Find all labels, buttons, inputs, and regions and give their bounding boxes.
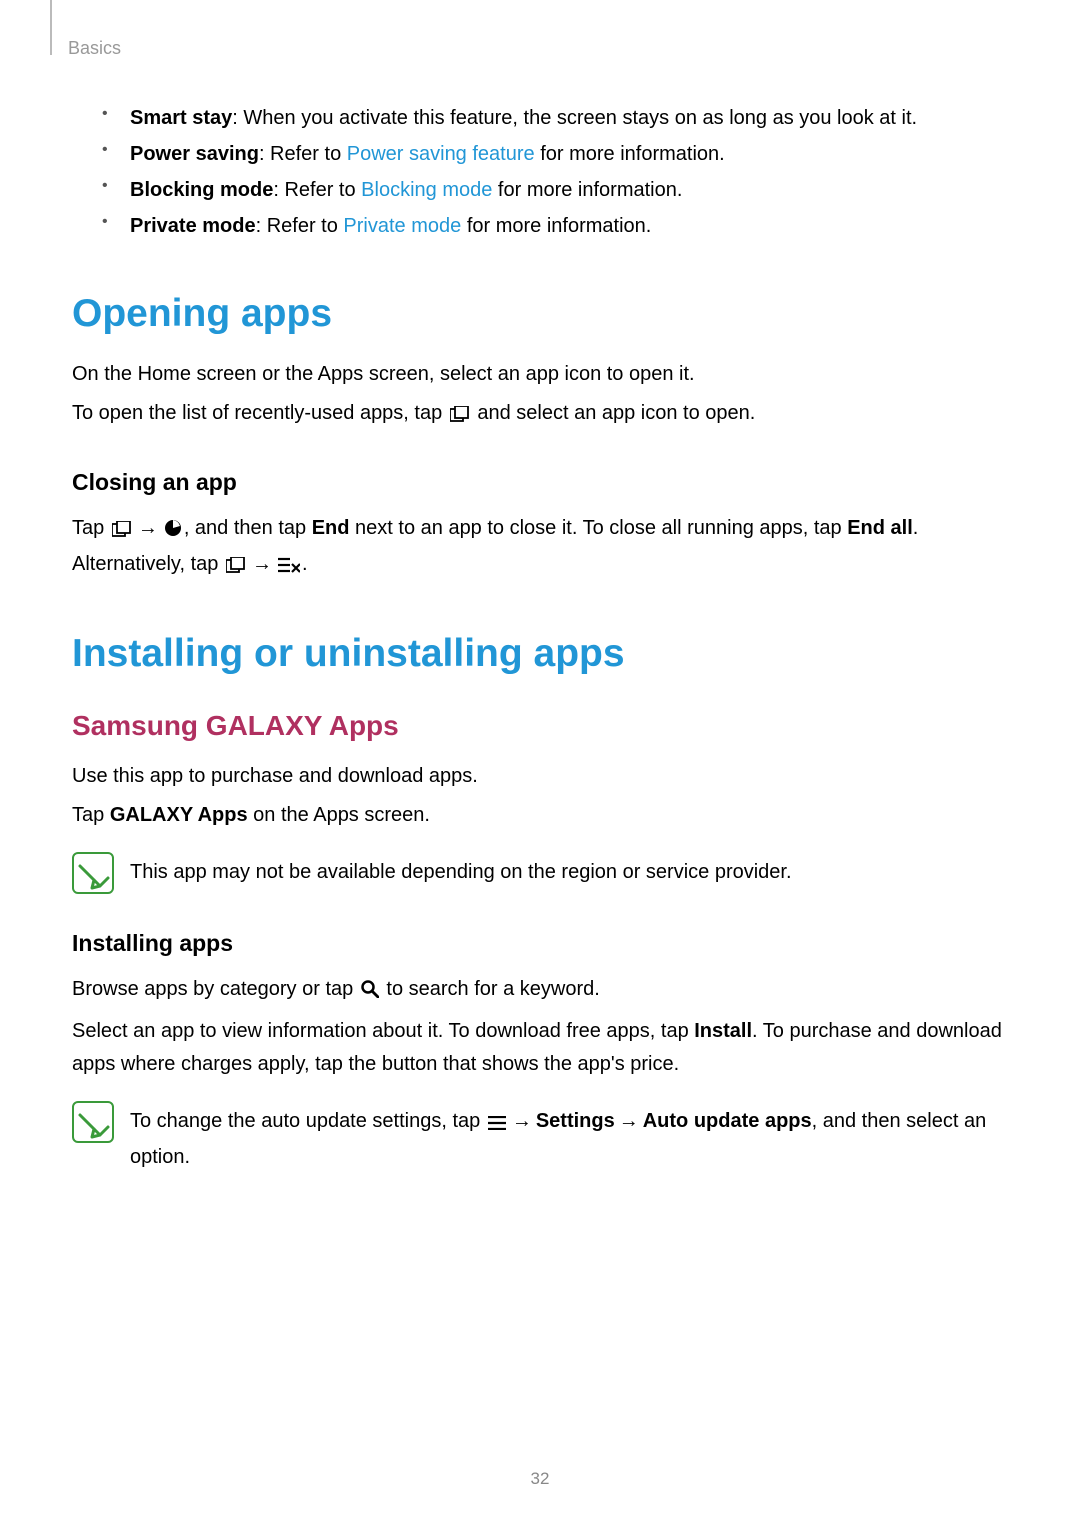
opening-p1: On the Home screen or the Apps screen, s… xyxy=(72,358,1008,391)
bullet-text-pre: : Refer to xyxy=(259,143,347,165)
bullet-text-pre: : Refer to xyxy=(273,179,361,201)
closing-p1: Tap →, and then tap End next to an app t… xyxy=(72,512,1008,584)
feature-bullet-list: Smart stay: When you activate this featu… xyxy=(102,100,1008,244)
arrow-icon: → xyxy=(619,1110,639,1132)
recent-apps-icon xyxy=(226,551,246,584)
bullet-private-mode: Private mode: Refer to Private mode for … xyxy=(102,208,1008,244)
bullet-text: : When you activate this feature, the sc… xyxy=(232,107,917,129)
galaxy-p1: Use this app to purchase and download ap… xyxy=(72,760,1008,793)
note-text: To change the auto update settings, tap … xyxy=(130,1099,1008,1174)
menu-icon xyxy=(488,1108,506,1141)
heading-installing: Installing or uninstalling apps xyxy=(72,632,1008,676)
arrow-icon: → xyxy=(512,1110,532,1132)
galaxy-p2: Tap GALAXY Apps on the Apps screen. xyxy=(72,799,1008,832)
recent-apps-icon xyxy=(112,515,132,548)
bullet-label: Blocking mode xyxy=(130,179,273,201)
install-p2: Select an app to view information about … xyxy=(72,1015,1008,1081)
close-all-icon xyxy=(278,551,300,584)
bullet-label: Smart stay xyxy=(130,107,232,129)
note-text: This app may not be available depending … xyxy=(130,850,792,889)
pie-icon xyxy=(164,515,182,548)
bullet-power-saving: Power saving: Refer to Power saving feat… xyxy=(102,136,1008,172)
header-vertical-line xyxy=(50,0,52,55)
link-private-mode[interactable]: Private mode xyxy=(343,215,461,237)
note-availability: This app may not be available depending … xyxy=(72,850,1008,894)
bullet-text-post: for more information. xyxy=(492,179,682,201)
recent-apps-icon xyxy=(450,400,470,433)
opening-p2: To open the list of recently-used apps, … xyxy=(72,397,1008,433)
breadcrumb: Basics xyxy=(68,38,121,59)
bullet-label: Private mode xyxy=(130,215,256,237)
page-content: Smart stay: When you activate this featu… xyxy=(0,0,1080,1174)
note-auto-update: To change the auto update settings, tap … xyxy=(72,1099,1008,1174)
search-icon xyxy=(361,976,379,1009)
bullet-label: Power saving xyxy=(130,143,259,165)
bullet-smart-stay: Smart stay: When you activate this featu… xyxy=(102,100,1008,136)
bullet-text-post: for more information. xyxy=(535,143,725,165)
bullet-text-pre: : Refer to xyxy=(256,215,344,237)
heading-installing-apps: Installing apps xyxy=(72,930,1008,957)
page-number: 32 xyxy=(0,1469,1080,1489)
link-blocking-mode[interactable]: Blocking mode xyxy=(361,179,492,201)
heading-opening-apps: Opening apps xyxy=(72,292,1008,336)
note-icon xyxy=(72,852,114,894)
heading-closing-app: Closing an app xyxy=(72,469,1008,496)
note-icon xyxy=(72,1101,114,1143)
arrow-icon: → xyxy=(138,517,158,539)
bullet-blocking-mode: Blocking mode: Refer to Blocking mode fo… xyxy=(102,172,1008,208)
arrow-icon: → xyxy=(252,553,272,575)
link-power-saving[interactable]: Power saving feature xyxy=(347,143,535,165)
install-p1: Browse apps by category or tap to search… xyxy=(72,973,1008,1009)
bullet-text-post: for more information. xyxy=(461,215,651,237)
heading-galaxy-apps: Samsung GALAXY Apps xyxy=(72,710,1008,742)
